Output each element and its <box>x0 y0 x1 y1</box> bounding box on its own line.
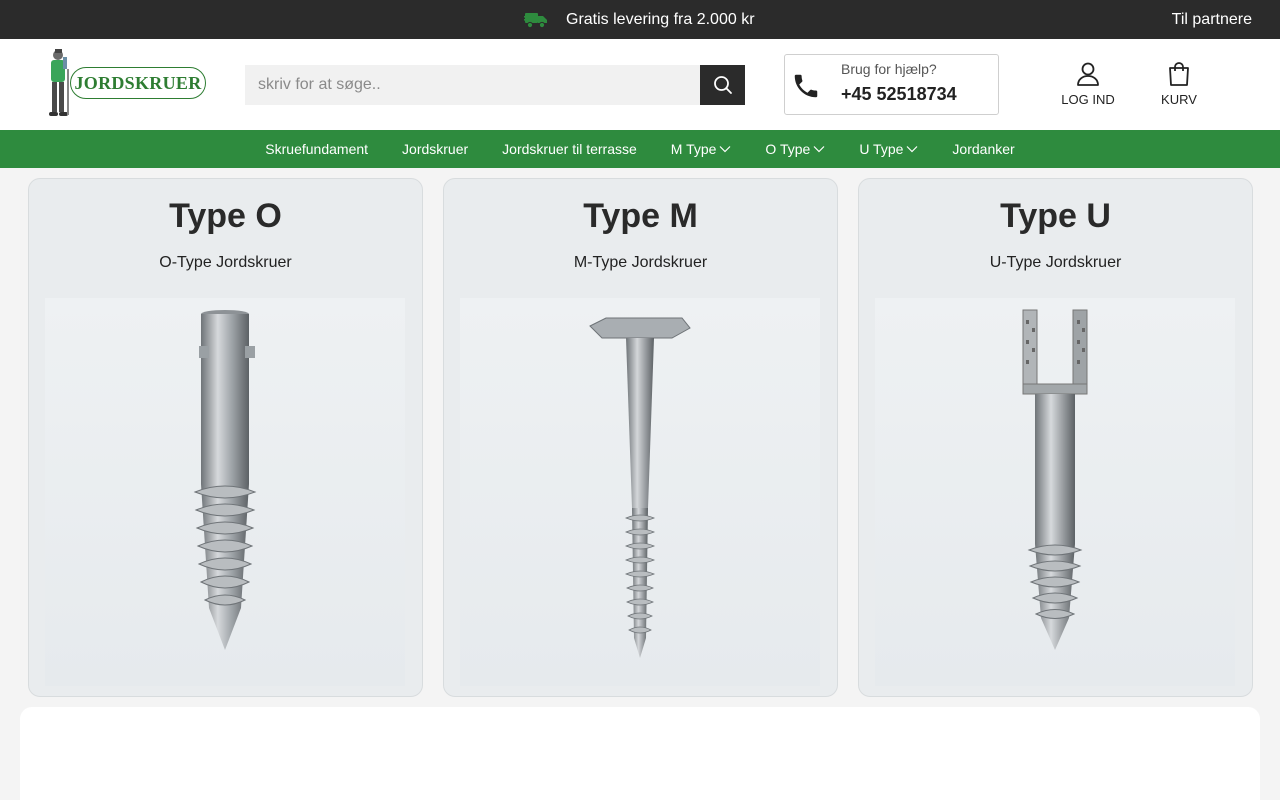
chevron-down-icon <box>719 146 731 153</box>
product-image-o-type[interactable] <box>45 298 405 686</box>
site-logo[interactable]: JORDSKRUER <box>42 47 210 123</box>
main-nav: Skruefundament Jordskruer Jordskruer til… <box>0 130 1280 168</box>
shopping-bag-icon <box>1169 62 1189 86</box>
product-image-u-type[interactable] <box>875 298 1235 686</box>
cart-button[interactable]: KURV <box>1150 61 1208 107</box>
login-label: LOG IND <box>1061 92 1115 107</box>
logo-text: JORDSKRUER <box>74 72 202 93</box>
help-phone-number[interactable]: +45 52518734 <box>841 84 957 105</box>
chevron-down-icon <box>906 146 918 153</box>
product-card-type-m[interactable]: Type M M-Type Jordskruer <box>443 178 838 697</box>
logo-badge: JORDSKRUER <box>70 67 206 99</box>
ground-screw-o-illustration <box>193 310 257 650</box>
help-label: Brug for hjælp? <box>841 61 937 77</box>
search-bar <box>245 65 745 105</box>
user-icon <box>1077 62 1099 86</box>
search-input[interactable] <box>245 65 700 105</box>
login-button[interactable]: LOG IND <box>1053 61 1123 107</box>
partner-link[interactable]: Til partnere <box>1172 0 1252 39</box>
card-title: Type M <box>583 197 698 235</box>
nav-item-skruefundament[interactable]: Skruefundament <box>248 141 385 157</box>
truck-icon <box>524 12 547 28</box>
product-image-m-type[interactable] <box>460 298 820 686</box>
product-card-type-o[interactable]: Type O O-Type Jordskruer <box>28 178 423 697</box>
card-subtitle: O-Type Jordskruer <box>159 254 292 271</box>
nav-item-u-type[interactable]: U Type <box>842 141 935 157</box>
delivery-notice: Gratis levering fra 2.000 kr <box>524 0 755 39</box>
product-card-type-u[interactable]: Type U U-Type Jordskruer <box>858 178 1253 697</box>
nav-item-jordskruer[interactable]: Jordskruer <box>385 141 485 157</box>
card-subtitle: U-Type Jordskruer <box>989 254 1122 271</box>
ground-screw-m-illustration <box>589 317 691 658</box>
phone-icon <box>794 74 818 98</box>
card-title: Type U <box>1000 197 1111 235</box>
nav-item-jordskruer-til-terrasse[interactable]: Jordskruer til terrasse <box>485 141 654 157</box>
content-panel <box>20 707 1260 800</box>
card-subtitle: M-Type Jordskruer <box>573 254 708 271</box>
nav-item-jordanker[interactable]: Jordanker <box>935 141 1031 157</box>
ground-screw-u-illustration <box>1022 309 1088 650</box>
delivery-text: Gratis levering fra 2.000 kr <box>566 10 755 28</box>
chevron-down-icon <box>813 146 825 153</box>
search-icon <box>713 76 732 94</box>
header: JORDSKRUER Brug for hjælp? +45 52518734 … <box>0 39 1280 130</box>
help-box[interactable]: Brug for hjælp? +45 52518734 <box>784 54 999 115</box>
card-title: Type O <box>169 197 282 235</box>
cart-label: KURV <box>1161 92 1197 107</box>
search-button[interactable] <box>700 65 745 105</box>
nav-item-o-type[interactable]: O Type <box>748 141 842 157</box>
nav-item-m-type[interactable]: M Type <box>654 141 749 157</box>
top-bar: Gratis levering fra 2.000 kr Til partner… <box>0 0 1280 39</box>
